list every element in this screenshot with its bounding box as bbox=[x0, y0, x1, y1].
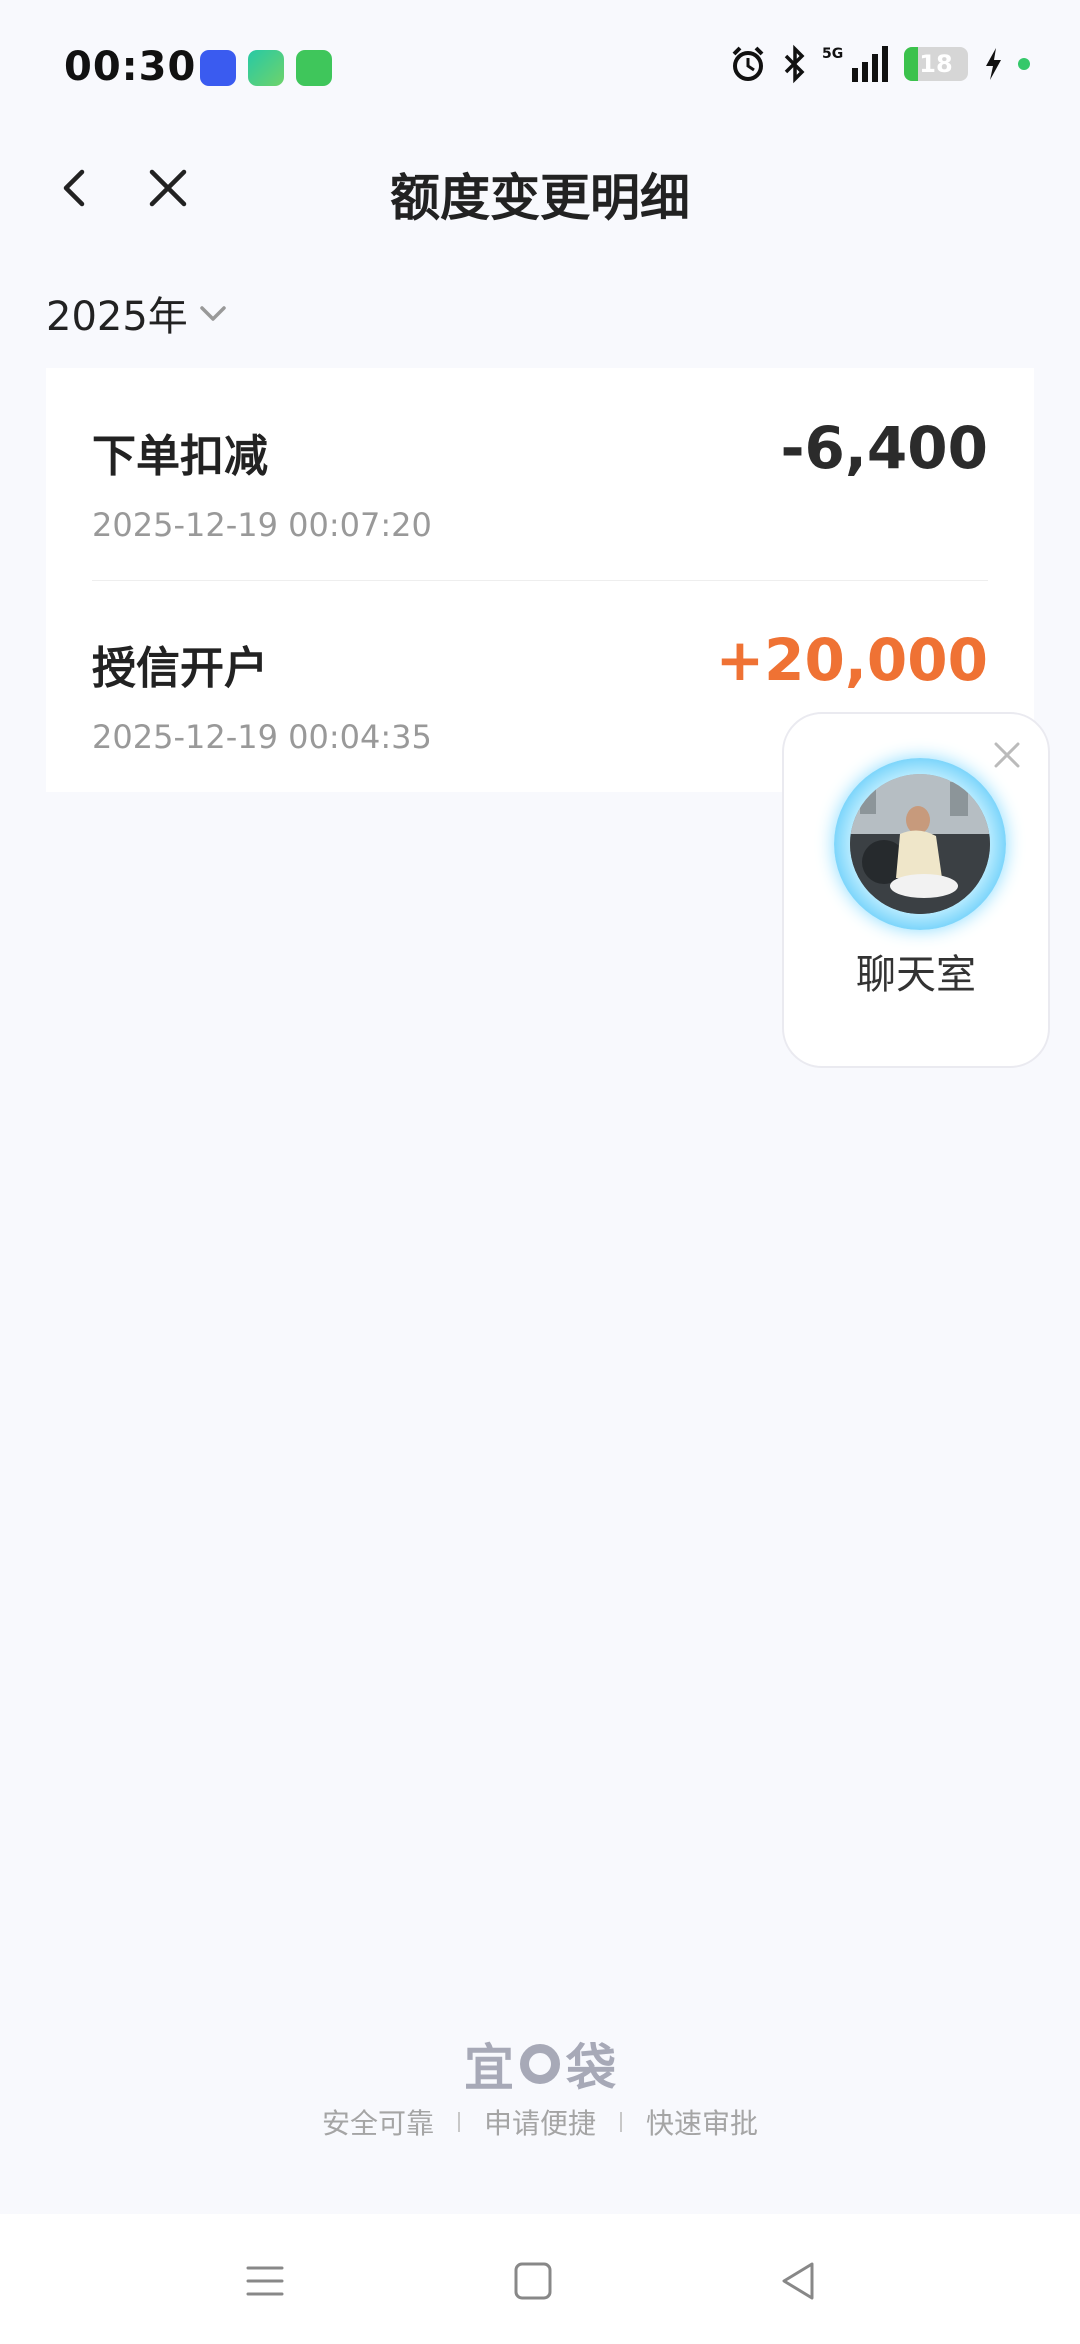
brand-circle-mark bbox=[520, 2044, 560, 2084]
record-amount: -6,400 bbox=[780, 414, 988, 482]
battery-icon: 18 bbox=[904, 47, 968, 81]
chat-widget-close-button[interactable] bbox=[990, 738, 1024, 772]
square-home-icon bbox=[514, 2262, 552, 2300]
brand-char: 袋 bbox=[566, 2039, 616, 2097]
brand-char: 宜 bbox=[464, 2039, 514, 2097]
page-title: 额度变更明细 bbox=[390, 169, 690, 227]
privacy-indicator-dot bbox=[1018, 58, 1030, 70]
chat-widget-label: 聊天室 bbox=[856, 952, 976, 998]
separator bbox=[620, 2112, 622, 2132]
battery-level: 18 bbox=[919, 50, 953, 78]
slogan: 申请便捷 bbox=[483, 2107, 596, 2140]
network-type-label: 5G bbox=[822, 46, 843, 62]
alarm-icon bbox=[728, 44, 768, 84]
bluetooth-icon bbox=[782, 44, 808, 84]
cellular-signal-icon: 5G bbox=[822, 44, 890, 84]
slogan: 快速审批 bbox=[646, 2107, 759, 2140]
chat-room-widget[interactable]: 聊天室 bbox=[782, 712, 1050, 1068]
chat-avatar-ring bbox=[834, 758, 1006, 930]
menu-icon bbox=[246, 2266, 284, 2296]
year-label: 2025年 bbox=[46, 294, 188, 340]
message-notification-icon bbox=[296, 50, 332, 86]
notification-icons bbox=[200, 50, 332, 86]
brand-wordmark: 宜 袋 bbox=[464, 2028, 616, 2100]
app-notification-icon bbox=[200, 50, 236, 86]
nav-bar: 额度变更明细 bbox=[0, 140, 1080, 240]
chevron-down-icon bbox=[200, 306, 226, 321]
system-back-button[interactable] bbox=[774, 2256, 824, 2306]
record-amount: +20,000 bbox=[715, 626, 988, 694]
divider bbox=[92, 580, 988, 581]
status-bar: 00:30 5G 18 bbox=[0, 0, 1080, 130]
slogan: 安全可靠 bbox=[321, 2107, 434, 2140]
system-icons: 5G 18 bbox=[728, 44, 1030, 84]
recent-apps-button[interactable] bbox=[240, 2256, 290, 2306]
system-navigation-bar bbox=[0, 2214, 1080, 2344]
list-item: 下单扣减 2025-12-19 00:07:20 -6,400 bbox=[92, 414, 988, 544]
page: 00:30 5G 18 额度变更明细 2025年 下单扣减 2025-12-19… bbox=[0, 0, 1080, 2344]
avatar bbox=[850, 774, 990, 914]
app-notification-icon bbox=[248, 50, 284, 86]
home-button[interactable] bbox=[508, 2256, 558, 2306]
year-selector[interactable]: 2025年 bbox=[46, 284, 230, 342]
brand-logo: 宜 袋 bbox=[0, 2028, 1080, 2100]
charging-icon bbox=[982, 44, 1004, 84]
brand-slogans: 安全可靠 申请便捷 快速审批 bbox=[0, 2102, 1080, 2142]
close-icon bbox=[994, 742, 1020, 768]
separator bbox=[457, 2112, 460, 2132]
status-time: 00:30 bbox=[64, 44, 197, 90]
triangle-back-icon bbox=[782, 2262, 814, 2300]
record-datetime: 2025-12-19 00:07:20 bbox=[92, 506, 432, 544]
